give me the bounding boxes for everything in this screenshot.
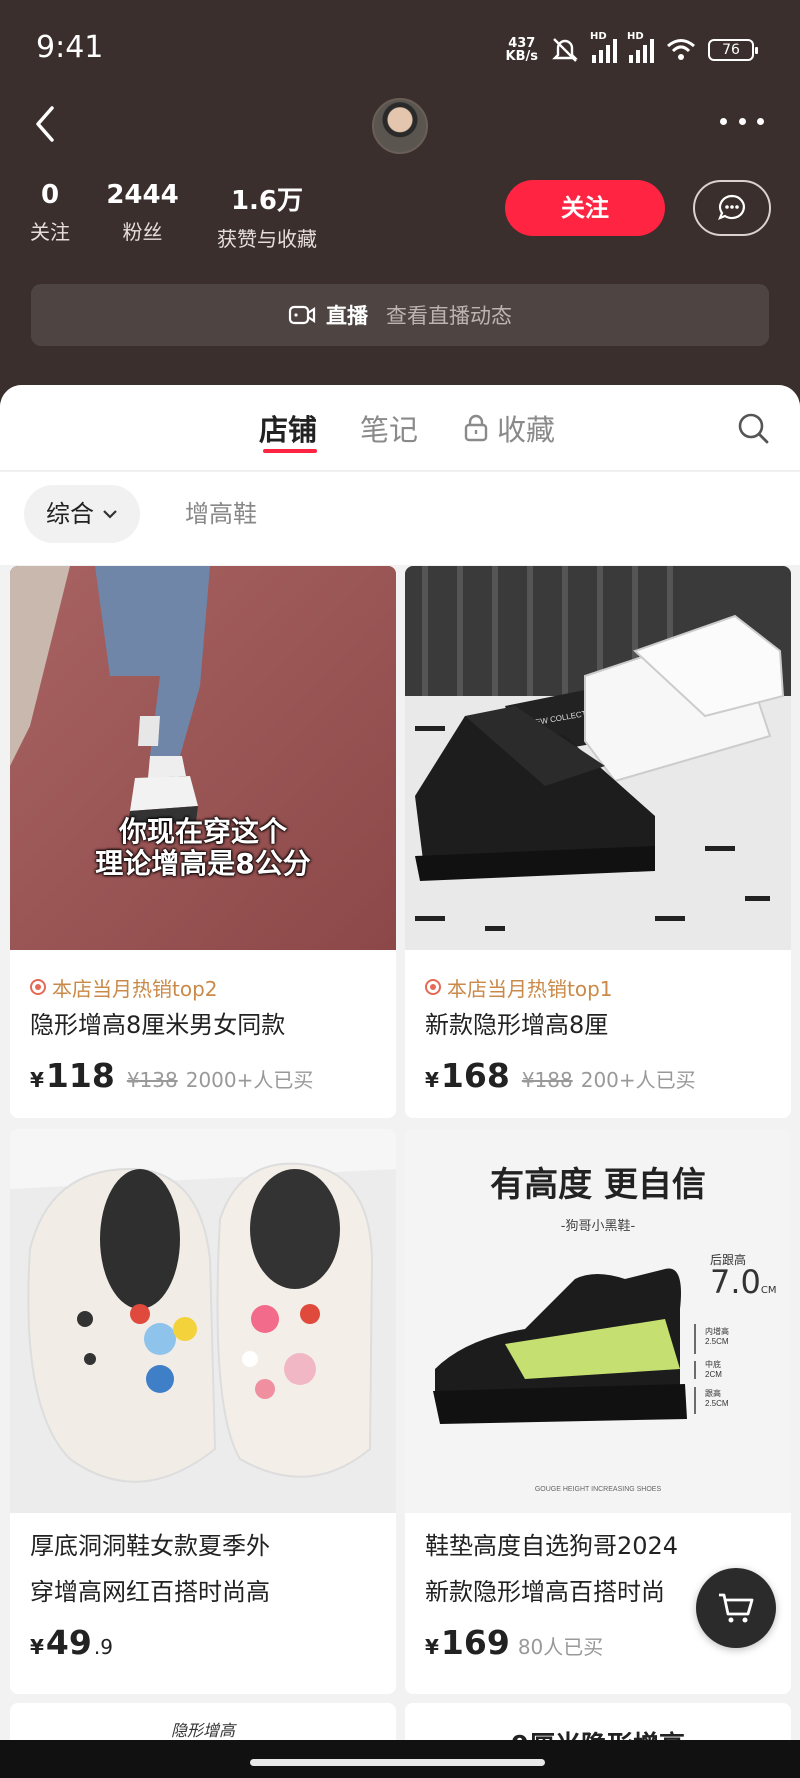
fire-icon xyxy=(30,979,46,995)
svg-text:中底: 中底 xyxy=(705,1359,721,1369)
live-camera-icon xyxy=(288,305,316,325)
price-row: ¥ 49 .9 xyxy=(30,1623,113,1662)
back-icon[interactable] xyxy=(28,100,68,148)
price-decimal: .9 xyxy=(93,1635,113,1659)
product-info-3: 厚底洞洞鞋女款夏季外 穿增高网红百搭时尚高 ¥ 49 .9 xyxy=(30,1523,382,1662)
original-price: ¥188 xyxy=(521,1068,573,1092)
signal-icon-2: HD xyxy=(627,31,654,63)
image-caption: 你现在穿这个 理论增高是8公分 xyxy=(95,815,311,880)
product-title-line2: 穿增高网红百搭时尚高 xyxy=(30,1578,270,1606)
search-icon[interactable] xyxy=(736,411,770,445)
live-banner[interactable]: 直播 查看直播动态 xyxy=(31,284,769,346)
product-image-4: 有高度 更自信 -狗哥小黑鞋- 后跟高 7.0CM 内增高 2.5CM 中底 2… xyxy=(405,1129,791,1513)
price: 169 xyxy=(440,1623,510,1662)
sold-count: 200+人已买 xyxy=(580,1068,696,1092)
net-speed: 437 KB/s xyxy=(505,36,538,64)
product-title: 隐形增高8厘米男女同款 xyxy=(30,1011,286,1039)
tab-underline xyxy=(263,449,317,453)
follow-button[interactable]: 关注 xyxy=(505,180,665,236)
price-row: ¥ 118 ¥138 2000+人已买 xyxy=(30,1056,314,1095)
stat-following[interactable]: 0 关注 xyxy=(30,180,70,245)
status-time: 9:41 xyxy=(36,30,104,65)
avatar[interactable] xyxy=(372,98,428,154)
price: 49 xyxy=(45,1623,92,1662)
chevron-down-icon xyxy=(103,510,117,519)
product-info-1: 本店当月热销top2 隐形增高8厘米男女同款 ¥ 118 ¥138 2000+人… xyxy=(30,972,382,1095)
wifi-icon xyxy=(667,39,695,60)
more-options-icon[interactable] xyxy=(720,118,764,130)
home-indicator[interactable] xyxy=(250,1759,545,1766)
stat-followers[interactable]: 2444 粉丝 xyxy=(105,180,180,245)
price-row: ¥ 168 ¥188 200+人已买 xyxy=(425,1056,696,1095)
price: 168 xyxy=(440,1056,510,1095)
svg-text:GOUGE HEIGHT INCREASING SHOES: GOUGE HEIGHT INCREASING SHOES xyxy=(535,1486,662,1493)
status-icons: 437 KB/s HD HD 76 xyxy=(505,30,758,70)
chat-icon xyxy=(718,194,745,220)
svg-text:内增高: 内增高 xyxy=(705,1326,729,1336)
filter-chip-all[interactable]: 综合 xyxy=(24,485,140,543)
filter-chip-height-shoes[interactable]: 增高鞋 xyxy=(185,485,257,543)
hot-sale-badge: 本店当月热销top2 xyxy=(30,972,382,1002)
original-price: ¥138 xyxy=(126,1068,178,1092)
stat-likes[interactable]: 1.6万 获赞与收藏 xyxy=(212,180,322,252)
product-image-3 xyxy=(10,1129,396,1513)
hot-sale-badge: 本店当月热销top1 xyxy=(425,972,777,1002)
tab-notes[interactable]: 笔记 xyxy=(360,407,418,449)
shopping-cart-icon xyxy=(719,1593,754,1623)
svg-text:2.5CM: 2.5CM xyxy=(705,1337,729,1346)
sold-count: 80人已买 xyxy=(517,1635,604,1659)
tab-shop[interactable]: 店铺 xyxy=(259,407,317,449)
live-subtitle: 查看直播动态 xyxy=(386,304,512,328)
tab-bar: 店铺 笔记 收藏 xyxy=(0,385,800,471)
product-image-2: NEW COLLECTION xyxy=(405,566,791,950)
price: 118 xyxy=(45,1056,115,1095)
message-button[interactable] xyxy=(693,180,771,236)
product-info-2: 本店当月热销top1 新款隐形增高8厘 ¥ 168 ¥188 200+人已买 xyxy=(425,972,777,1095)
cart-button[interactable] xyxy=(696,1568,776,1648)
product-title-line1: 厚底洞洞鞋女款夏季外 xyxy=(30,1532,270,1560)
product-card-1[interactable]: 你现在穿这个 理论增高是8公分 本店当月热销top2 隐形增高8厘米男女同款 ¥… xyxy=(10,566,396,1118)
fire-icon xyxy=(425,979,441,995)
profile-header: 9:41 437 KB/s HD HD 76 0 关注 2444 粉丝 1.6万… xyxy=(0,0,800,420)
battery-indicator: 76 xyxy=(708,39,758,61)
product-card-2[interactable]: NEW COLLECTION 本店当月热销top1 新款隐形增高8厘 ¥ 168… xyxy=(405,566,791,1118)
status-bar: 9:41 437 KB/s HD HD 76 xyxy=(0,0,800,96)
live-title: 直播 xyxy=(326,304,368,328)
tab-collections[interactable]: 收藏 xyxy=(463,407,555,449)
product-title: 新款隐形增高8厘 xyxy=(425,1011,609,1039)
svg-text:2.5CM: 2.5CM xyxy=(705,1399,729,1408)
lock-icon xyxy=(464,414,488,442)
product-card-3[interactable]: 厚底洞洞鞋女款夏季外 穿增高网红百搭时尚高 ¥ 49 .9 xyxy=(10,1129,396,1694)
svg-text:2CM: 2CM xyxy=(705,1370,722,1379)
mute-bell-icon xyxy=(552,38,578,62)
sold-count: 2000+人已买 xyxy=(185,1068,314,1092)
product-image-1: 你现在穿这个 理论增高是8公分 xyxy=(10,566,396,950)
signal-icon: HD xyxy=(590,31,617,63)
product-title-line1: 鞋垫高度自选狗哥2024 xyxy=(425,1532,679,1560)
svg-text:跟高: 跟高 xyxy=(705,1388,721,1398)
